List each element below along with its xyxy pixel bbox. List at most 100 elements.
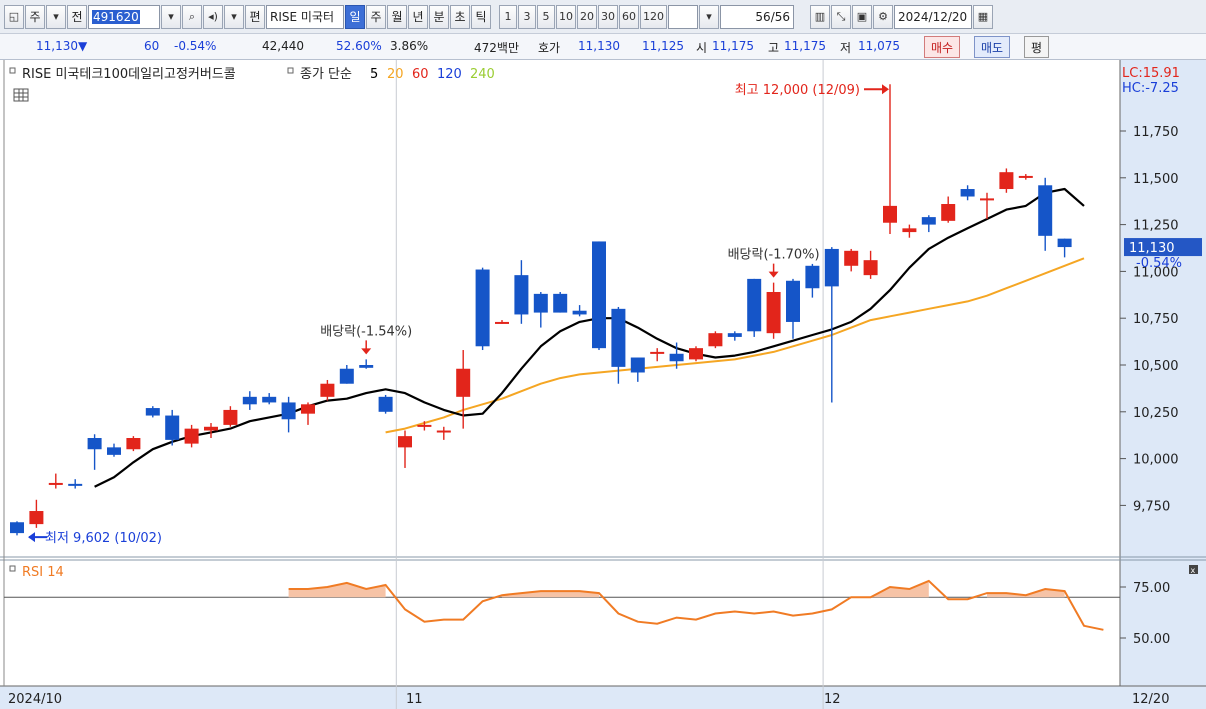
- price-chart[interactable]: 최고 12,000 (12/09) 최저 9,602 (10/02) 배당락(-1.…: [0, 60, 1206, 709]
- speaker-dropdown-icon[interactable]: ▾: [224, 4, 244, 29]
- candle-body-41: [805, 265, 820, 289]
- date-field[interactable]: 2024/12/20: [894, 4, 972, 29]
- candle-body-21: [417, 424, 432, 427]
- buy-button[interactable]: 매수: [924, 36, 961, 58]
- candle-body-20: [398, 436, 412, 448]
- dividend-annotation-0: 배당락(-1.54%): [320, 324, 412, 339]
- ma60-label: 60: [412, 67, 429, 82]
- ask-price-2: 11,125: [642, 39, 684, 53]
- candle-body-54: [1057, 238, 1072, 248]
- interval-input[interactable]: [668, 4, 698, 29]
- open-price: 11,175: [712, 39, 754, 53]
- candle-body-50: [980, 198, 994, 201]
- candle-6: [126, 436, 141, 452]
- candle-body-43: [844, 250, 859, 266]
- x-label-dec: 12: [824, 692, 841, 707]
- trade-amount: 472백만: [474, 41, 519, 55]
- candle-body-18: [359, 365, 374, 368]
- speaker-icon[interactable]: ◂): [203, 4, 223, 29]
- price-tick-0: 9,750: [1133, 499, 1170, 514]
- price-tick-6: 11,250: [1133, 219, 1179, 234]
- candle-body-3: [68, 483, 83, 486]
- interval-tab-20[interactable]: 20: [577, 4, 597, 29]
- candle-body-32: [630, 357, 645, 373]
- chevron-down-icon[interactable]: ▾: [46, 4, 66, 29]
- candle-body-51: [999, 172, 1014, 190]
- edit-button[interactable]: 편: [245, 4, 265, 29]
- time-axis-panel: [0, 686, 1206, 709]
- period-type-button[interactable]: 주: [25, 4, 45, 29]
- draw-line-icon[interactable]: ⤡: [831, 4, 851, 29]
- x-end-label: 12/20: [1132, 692, 1169, 707]
- hc-label: HC:-7.25: [1122, 81, 1179, 96]
- period-tab-0[interactable]: 일: [345, 4, 365, 29]
- period-tab-6[interactable]: 틱: [471, 4, 491, 29]
- current-price-text: 11,130: [1129, 241, 1175, 256]
- period-tab-5[interactable]: 초: [450, 4, 470, 29]
- gear-icon[interactable]: ⚙: [873, 4, 893, 29]
- candle-body-15: [301, 404, 315, 414]
- open-label: 시: [696, 41, 708, 55]
- prev-button[interactable]: 전: [67, 4, 87, 29]
- interval-tab-60[interactable]: 60: [619, 4, 639, 29]
- ask-label: 호가: [538, 41, 561, 55]
- count-field[interactable]: 56/56: [720, 4, 794, 29]
- candle-body-38: [747, 278, 762, 332]
- low-annotation: 최저 9,602 (10/02): [45, 531, 162, 546]
- period-tab-2[interactable]: 월: [387, 4, 407, 29]
- candle-body-47: [921, 217, 936, 225]
- price-tick-2: 10,250: [1133, 406, 1179, 421]
- rsi-title: RSI 14: [22, 565, 64, 580]
- candle-body-31: [611, 308, 626, 367]
- candle-body-30: [592, 241, 606, 349]
- avg-button[interactable]: 평: [1024, 36, 1050, 58]
- interval-tab-30[interactable]: 30: [598, 4, 618, 29]
- candle-body-26: [514, 275, 529, 315]
- candle-body-14: [281, 402, 296, 420]
- candle-body-34: [669, 353, 684, 362]
- window-menu-icon[interactable]: ◱: [4, 4, 24, 29]
- candle-body-37: [727, 333, 742, 337]
- period-tabs: 일주월년분초틱: [345, 4, 491, 29]
- code-dropdown-icon[interactable]: ▾: [161, 4, 181, 29]
- price-tick-8: 11,750: [1133, 125, 1179, 140]
- interval-tab-3[interactable]: 3: [518, 4, 536, 29]
- period-tab-4[interactable]: 분: [429, 4, 449, 29]
- period-tab-3[interactable]: 년: [408, 4, 428, 29]
- candle-settings-icon[interactable]: ▥: [810, 4, 830, 29]
- interval-tab-5[interactable]: 5: [537, 4, 555, 29]
- volume-ratio: 52.60%: [336, 39, 382, 53]
- ask-price-1: 11,130: [578, 39, 620, 53]
- interval-dropdown-icon[interactable]: ▾: [699, 4, 719, 29]
- rsi-tick-0: 75.00: [1133, 581, 1170, 596]
- candle-body-49: [960, 189, 975, 197]
- calendar-icon[interactable]: ▦: [973, 4, 993, 29]
- x-label-oct: 2024/10: [8, 692, 62, 707]
- interval-tab-10[interactable]: 10: [556, 4, 576, 29]
- code-input[interactable]: 491620: [88, 4, 160, 29]
- candle-body-33: [650, 351, 665, 354]
- candle-body-24: [475, 269, 490, 347]
- candle-body-1: [29, 511, 44, 525]
- save-icon[interactable]: ▣: [852, 4, 872, 29]
- candle-body-25: [495, 321, 509, 324]
- candle-body-5: [107, 447, 121, 455]
- turnover: 3.86%: [390, 39, 429, 53]
- interval-tab-120[interactable]: 120: [640, 4, 667, 29]
- candle-body-19: [378, 396, 393, 412]
- dividend-annotation-1: 배당락(-1.70%): [728, 248, 820, 263]
- rsi-tick-1: 50.00: [1133, 632, 1170, 647]
- ma20-label: 20: [387, 67, 404, 82]
- candle-body-40: [786, 280, 800, 322]
- candle-body-6: [126, 438, 141, 450]
- interval-tabs: 1 3 5 10 20 30 60 120: [499, 4, 667, 29]
- down-arrow-icon: ▼: [78, 39, 88, 53]
- interval-tab-1[interactable]: 1: [499, 4, 517, 29]
- period-tab-1[interactable]: 주: [366, 4, 386, 29]
- search-icon[interactable]: ⌕: [182, 4, 202, 29]
- candle-body-39: [766, 291, 781, 334]
- price-change: 60: [144, 39, 160, 53]
- candle-30: [592, 241, 606, 351]
- candle-body-7: [145, 408, 160, 416]
- sell-button[interactable]: 매도: [974, 36, 1011, 58]
